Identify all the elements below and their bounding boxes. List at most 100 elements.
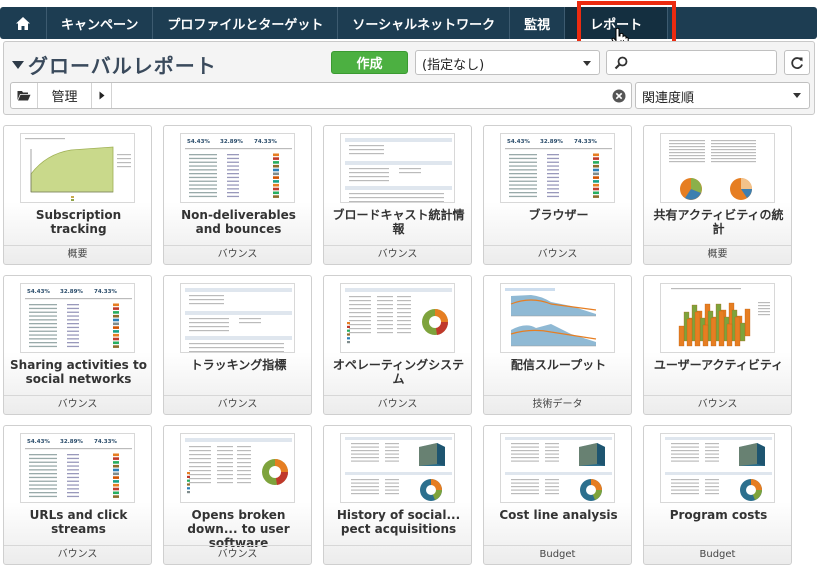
report-category: バウンス	[164, 245, 311, 264]
report-category: バウンス	[164, 395, 311, 414]
report-category: 概要	[4, 245, 151, 264]
breadcrumb-item-admin[interactable]: 管理	[38, 83, 92, 108]
report-name: ブラウザー	[528, 208, 589, 222]
report-card[interactable]: 54.43% 32.89% 74.33% URLs and click streams…	[3, 425, 152, 565]
report-thumbnail[interactable]: 54.43% 32.89% 74.33%	[180, 133, 295, 203]
report-name: ブロードキャスト統計情報	[332, 208, 465, 236]
report-card[interactable]: オペレーティングシステムバウンス	[323, 275, 472, 415]
svg-text:54.43%: 54.43%	[187, 139, 210, 145]
dropdown-arrow-icon	[583, 61, 591, 66]
report-header-panel: グローバルレポート 作成 (指定なし) 管理 関連度順	[3, 41, 815, 115]
svg-text:74.33%: 74.33%	[254, 139, 277, 145]
report-card[interactable]: 54.43% 32.89% 74.33% ブラウザーバウンス	[483, 125, 632, 265]
svg-text:32.89%: 32.89%	[60, 289, 83, 295]
svg-text:32.89%: 32.89%	[60, 439, 83, 445]
chevron-right-icon	[99, 91, 104, 100]
tab-campaigns[interactable]: キャンペーン	[47, 7, 154, 39]
folder-open-icon	[17, 91, 31, 101]
report-category: バウンス	[324, 245, 471, 264]
report-thumbnail[interactable]	[20, 133, 135, 203]
report-category: バウンス	[484, 245, 631, 264]
filter-select-value: (指定なし)	[422, 58, 485, 73]
report-card[interactable]: Opens broken down... to user software バウン…	[163, 425, 312, 565]
report-thumbnail[interactable]	[340, 433, 455, 503]
report-name: ユーザーアクティビティ	[653, 358, 784, 372]
svg-text:54.43%: 54.43%	[27, 439, 50, 445]
report-thumbnail[interactable]: 54.43% 32.89% 74.33%	[20, 433, 135, 503]
report-category	[324, 545, 471, 564]
report-card[interactable]: ユーザーアクティビティバウンス	[643, 275, 792, 415]
report-thumbnail[interactable]: 54.43% 32.89% 74.33%	[20, 283, 135, 353]
report-category: バウンス	[4, 545, 151, 564]
report-category: Budget	[644, 545, 791, 564]
report-name: Opens broken down... to user software	[187, 508, 290, 550]
report-name: トラッキング指標	[190, 358, 287, 372]
svg-text:54.43%: 54.43%	[27, 289, 50, 295]
report-name: URLs and click streams	[29, 508, 128, 536]
report-category: 技術データ	[484, 395, 631, 414]
report-name: オペレーティングシステム	[332, 358, 465, 386]
home-button[interactable]	[0, 7, 47, 39]
report-thumbnail[interactable]	[180, 433, 295, 503]
report-card[interactable]: 配信スループット技術データ	[483, 275, 632, 415]
tab-social-networks[interactable]: ソーシャルネットワーク	[338, 7, 511, 39]
report-thumbnail[interactable]: 54.43% 32.89% 74.33%	[500, 133, 615, 203]
report-thumbnail[interactable]	[660, 133, 775, 203]
report-card[interactable]: History of social... pect acquisitions	[323, 425, 472, 565]
svg-text:32.89%: 32.89%	[220, 139, 243, 145]
filter-select[interactable]: (指定なし)	[415, 50, 600, 75]
report-name: Sharing activities to social networks	[10, 358, 147, 386]
folder-button[interactable]	[11, 83, 38, 108]
report-card[interactable]: トラッキング指標バウンス	[163, 275, 312, 415]
top-navigation: キャンペーン プロファイルとターゲット ソーシャルネットワーク 監視 レポート	[0, 7, 817, 39]
report-card[interactable]: ブロードキャスト統計情報バウンス	[323, 125, 472, 265]
sort-select[interactable]: 関連度順	[635, 82, 810, 109]
tab-monitoring[interactable]: 監視	[510, 7, 566, 39]
report-name: Subscription tracking	[35, 208, 122, 236]
report-thumbnail[interactable]	[340, 283, 455, 353]
report-name: Program costs	[669, 508, 768, 522]
tab-profiles-targets[interactable]: プロファイルとターゲット	[153, 7, 339, 39]
report-thumbnail[interactable]	[500, 283, 615, 353]
home-icon	[16, 16, 30, 30]
report-card[interactable]: Program costs Budget	[643, 425, 792, 565]
search-input[interactable]	[606, 50, 777, 75]
create-button[interactable]: 作成	[331, 51, 408, 74]
report-category: バウンス	[164, 545, 311, 564]
report-thumbnail[interactable]	[660, 433, 775, 503]
report-card[interactable]: 54.43% 32.89% 74.33% Non-deliverables and b…	[163, 125, 312, 265]
report-category: 概要	[644, 245, 791, 264]
breadcrumb-next-button[interactable]	[92, 83, 112, 108]
refresh-icon	[791, 56, 803, 69]
report-card[interactable]: 共有アクティビティの統計概要	[643, 125, 792, 265]
refresh-button[interactable]	[784, 50, 810, 75]
dropdown-arrow-icon	[793, 93, 801, 98]
report-thumbnail[interactable]	[500, 433, 615, 503]
svg-text:74.33%: 74.33%	[94, 289, 117, 295]
clear-path-icon[interactable]	[612, 89, 626, 103]
report-name: Non-deliverables and bounces	[181, 208, 296, 236]
report-thumbnail[interactable]	[180, 283, 295, 353]
report-category: Budget	[484, 545, 631, 564]
report-name: History of social... pect acquisitions	[336, 508, 461, 536]
search-icon	[614, 56, 628, 70]
report-category: バウンス	[4, 395, 151, 414]
report-category: バウンス	[324, 395, 471, 414]
report-name: 共有アクティビティの統計	[653, 208, 784, 236]
page-title: グローバルレポート	[28, 54, 217, 78]
report-thumbnail[interactable]	[340, 133, 455, 203]
svg-text:54.43%: 54.43%	[507, 139, 530, 145]
report-card[interactable]: Cost line analysis Budget	[483, 425, 632, 565]
report-category: バウンス	[644, 395, 791, 414]
report-thumbnail[interactable]	[660, 283, 775, 353]
report-name: 配信スループット	[510, 358, 607, 372]
breadcrumb: 管理	[10, 82, 632, 109]
svg-text:32.89%: 32.89%	[540, 139, 563, 145]
svg-text:74.33%: 74.33%	[574, 139, 597, 145]
collapse-triangle-icon[interactable]	[12, 60, 24, 70]
sort-select-value: 関連度順	[642, 91, 695, 106]
report-name: Cost line analysis	[499, 508, 618, 522]
svg-text:74.33%: 74.33%	[94, 439, 117, 445]
report-card[interactable]: 54.43% 32.89% 74.33% Sharing activities to …	[3, 275, 152, 415]
report-card[interactable]: Subscription tracking 概要	[3, 125, 152, 265]
